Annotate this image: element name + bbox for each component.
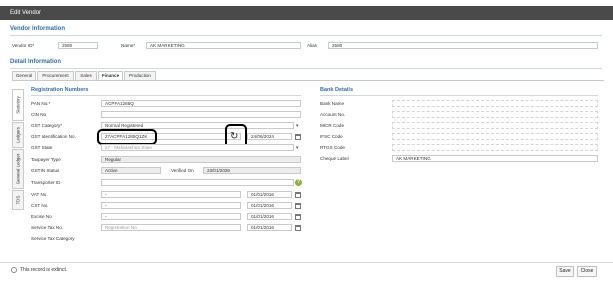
account-no-label: Account No. — [320, 112, 346, 117]
vendor-id-field[interactable]: 2580 — [58, 42, 98, 49]
taxpayer-field: Regular — [101, 156, 301, 163]
pan-label: PAN No.* — [31, 101, 51, 106]
vendor-info-title: Vendor Information — [10, 26, 66, 32]
side-tab-label: TDS — [15, 195, 21, 205]
taxpayer-label: Taxpayer Type — [31, 157, 61, 162]
registration-title: Registration Numbers — [31, 87, 89, 93]
gstin-date-field[interactable]: 24/06/2024 — [247, 133, 292, 140]
cst-date-field[interactable]: 01/01/2016 — [247, 202, 292, 209]
bank-name-field[interactable] — [392, 100, 598, 107]
side-tab-ledgers[interactable]: Ledgers — [12, 122, 24, 148]
rtgs-label: RTGS Code — [320, 145, 345, 150]
window-titlebar: Edit Vendor — [0, 6, 613, 20]
calendar-icon[interactable] — [295, 213, 301, 220]
excise-label: Excise No — [31, 214, 52, 219]
divider — [31, 95, 301, 96]
bank-details-title: Bank Details — [320, 87, 354, 93]
side-tab-tds[interactable]: TDS — [12, 190, 24, 210]
cin-field[interactable] — [101, 111, 301, 118]
gst-category-select[interactable]: Normal Registered — [101, 122, 294, 129]
cin-label: CIN No — [31, 112, 47, 117]
help-icon[interactable]: ? — [295, 179, 302, 186]
vat-label: VAT No. — [31, 192, 48, 197]
side-tab-label: Ledgers — [15, 127, 21, 143]
cheque-label-label: Cheque Label — [320, 156, 349, 161]
calendar-icon[interactable] — [295, 133, 301, 140]
bank-name-label: Bank Name — [320, 101, 345, 106]
side-tab-general-ledger[interactable]: General Ledger — [12, 149, 24, 189]
alias-field[interactable]: 2580 — [328, 42, 598, 49]
gst-state-label: GST State — [31, 145, 53, 150]
extinct-label: This record is extinct. — [20, 267, 68, 273]
account-no-field[interactable] — [392, 111, 598, 118]
micr-field[interactable] — [392, 122, 598, 129]
service-tax-date-field[interactable]: 01/01/2016 — [247, 224, 292, 231]
detail-info-title: Detail Information — [10, 59, 62, 65]
window-title: Edit Vendor — [10, 10, 42, 16]
chevron-down-icon[interactable]: ▾ — [296, 145, 299, 151]
gstin-status-field: Active — [101, 167, 161, 174]
extinct-checkbox[interactable] — [11, 267, 17, 273]
gst-category-label: GST Category* — [31, 123, 63, 128]
name-label: Name* — [121, 43, 136, 48]
side-tab-statutory[interactable]: Statutory — [12, 89, 24, 121]
refresh-icon[interactable]: ↻ — [230, 132, 238, 142]
cst-field[interactable]: - — [101, 202, 241, 209]
transporter-label: Transporter ID — [31, 180, 61, 185]
divider — [10, 35, 602, 36]
tab-procurement[interactable]: Procurement — [37, 71, 74, 80]
pan-field[interactable]: ACPFA1285Q — [101, 100, 301, 107]
tab-production[interactable]: Production — [124, 71, 156, 80]
tab-general[interactable]: General — [12, 71, 36, 80]
vendor-id-label: Vendor ID* — [12, 43, 35, 48]
service-tax-category-label: Service Tax Category — [31, 236, 75, 241]
side-tab-label: Statutory — [15, 96, 21, 114]
alias-label: Alias — [307, 43, 317, 48]
vat-date-field[interactable]: 01/01/2016 — [247, 191, 292, 198]
calendar-icon[interactable] — [295, 191, 301, 198]
gst-state-select[interactable]: 27 - Maharashtra State — [101, 144, 294, 151]
service-tax-placeholder: Registration No — [105, 225, 137, 230]
ifsc-label: IFSC Code — [320, 134, 343, 139]
gstin-label: GST Identification No. — [31, 134, 76, 139]
service-tax-label: Service Tax No. — [31, 225, 64, 230]
annotation-highlight — [97, 129, 157, 145]
divider — [320, 95, 598, 96]
cst-label: CST No. — [31, 203, 49, 208]
close-button[interactable]: Close — [577, 266, 597, 277]
micr-label: MICR Code — [320, 123, 344, 128]
side-tab-label: General Ledger — [15, 153, 21, 185]
tab-finance[interactable]: Finance — [98, 71, 123, 80]
cheque-label-field[interactable]: AK MARKETING — [392, 155, 598, 162]
chevron-down-icon[interactable]: ▾ — [296, 123, 299, 129]
vat-field[interactable]: - — [101, 191, 241, 198]
divider — [10, 68, 602, 69]
tab-baseline — [12, 80, 604, 81]
transporter-field[interactable] — [101, 179, 294, 186]
name-field[interactable]: AK MARKETING — [146, 42, 301, 49]
verified-on-field: 23/01/2026 — [203, 167, 301, 174]
ifsc-field[interactable] — [392, 133, 598, 140]
tab-sales[interactable]: Sales — [75, 71, 97, 80]
footer-divider — [0, 262, 613, 263]
calendar-icon[interactable] — [295, 202, 301, 209]
calendar-icon[interactable] — [295, 224, 301, 231]
excise-field[interactable]: - — [101, 213, 241, 220]
save-button[interactable]: Save — [556, 266, 574, 277]
verified-on-label: Verified On — [171, 168, 194, 173]
gstin-status-label: GSTIN Status — [31, 168, 60, 173]
rtgs-field[interactable] — [392, 144, 598, 151]
service-tax-field[interactable]: Registration No — [101, 224, 241, 231]
excise-date-field[interactable]: 01/01/2016 — [247, 213, 292, 220]
gst-state-value: 27 - Maharashtra State — [105, 145, 152, 150]
